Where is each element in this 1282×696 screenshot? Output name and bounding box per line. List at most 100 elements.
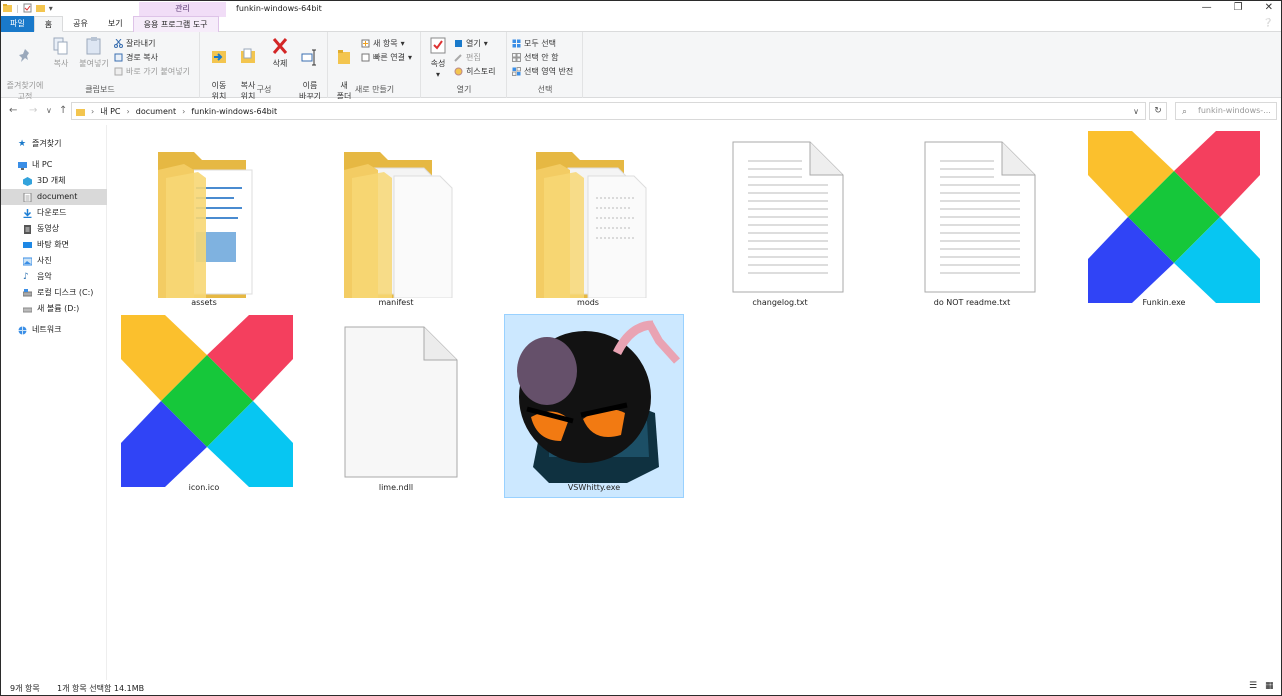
open-button[interactable]: 열기 ▾ bbox=[454, 38, 488, 49]
nav-item-volume-d[interactable]: 새 볼륨 (D:) bbox=[1, 301, 107, 317]
search-icon: ⌕ bbox=[1182, 107, 1188, 117]
search-input[interactable]: ⌕ funkin-windows-... bbox=[1175, 102, 1277, 120]
nav-item-network[interactable]: 네트워크 bbox=[1, 322, 107, 338]
quick-access-toolbar: | ▾ bbox=[3, 3, 53, 13]
tab-file[interactable]: 파일 bbox=[1, 16, 34, 32]
nav-item-music[interactable]: ♪ 음악 bbox=[1, 269, 107, 285]
easy-access-button[interactable]: 빠른 연결 ▾ bbox=[361, 52, 412, 63]
navigation-pane: ★ 즐겨찾기 내 PC 3D 개체 document 다운로드 동영상 바탕 화면… bbox=[1, 125, 107, 680]
dropdown-arrow-icon: ▾ bbox=[400, 39, 405, 48]
properties-button[interactable]: 속성 ▾ bbox=[426, 36, 450, 80]
file-item-assets[interactable]: assets bbox=[114, 128, 294, 312]
drive-icon bbox=[23, 307, 32, 312]
edit-button[interactable]: 편집 bbox=[454, 52, 481, 63]
paste-label: 붙여넣기 bbox=[79, 59, 109, 68]
new-item-label: 새 항목 bbox=[373, 39, 398, 48]
nav-item-this-pc[interactable]: 내 PC bbox=[1, 157, 107, 173]
nav-item-desktop[interactable]: 바탕 화면 bbox=[1, 237, 107, 253]
refresh-icon[interactable]: ↻ bbox=[1149, 102, 1167, 120]
delete-button[interactable]: 삭제 bbox=[268, 36, 292, 69]
file-item-icon-ico[interactable]: icon.ico bbox=[114, 313, 294, 497]
file-item-funkin-exe[interactable]: Funkin.exe bbox=[1074, 128, 1260, 312]
new-item-button[interactable]: 새 항목 ▾ bbox=[361, 38, 405, 49]
address-dropdown-icon[interactable]: ∨ bbox=[1133, 107, 1139, 116]
nav-item-local-disk-c[interactable]: 로컬 디스크 (C:) bbox=[1, 285, 107, 301]
folder-app-icon bbox=[3, 4, 12, 12]
tab-view[interactable]: 보기 bbox=[98, 16, 133, 32]
tab-share[interactable]: 공유 bbox=[63, 16, 98, 32]
network-icon bbox=[18, 326, 27, 334]
haxe-logo-icon bbox=[1088, 131, 1260, 303]
breadcrumb-item[interactable]: document bbox=[136, 107, 176, 116]
select-all-button[interactable]: 모두 선택 bbox=[512, 38, 556, 49]
video-icon bbox=[24, 224, 31, 234]
chevron-right-icon: › bbox=[91, 106, 95, 116]
select-group: 모두 선택 선택 안 함 선택 영역 반전 선택 bbox=[508, 32, 583, 98]
copy-path-button[interactable]: 경로 복사 bbox=[114, 52, 158, 63]
paste-shortcut-label: 바로 가기 붙여넣기 bbox=[126, 67, 190, 76]
tab-application-tools[interactable]: 응용 프로그램 도구 bbox=[132, 16, 219, 32]
nav-label: 내 PC bbox=[32, 160, 53, 169]
breadcrumb-item[interactable]: 내 PC bbox=[100, 106, 120, 117]
file-item-changelog[interactable]: changelog.txt bbox=[690, 128, 870, 312]
copy-icon bbox=[53, 37, 68, 55]
copy-to-icon bbox=[241, 48, 255, 63]
nav-item-pictures[interactable]: 사진 bbox=[1, 253, 107, 269]
file-item-lime-ndll[interactable]: lime.ndll bbox=[306, 313, 486, 497]
help-icon[interactable]: ❔ bbox=[1263, 18, 1273, 27]
move-to-icon bbox=[212, 51, 226, 63]
nav-item-favorites[interactable]: ★ 즐겨찾기 bbox=[1, 136, 107, 152]
search-placeholder: funkin-windows-... bbox=[1198, 106, 1271, 115]
nav-item-document[interactable]: document bbox=[1, 189, 107, 205]
address-bar[interactable]: › 내 PC › document › funkin-windows-64bit… bbox=[71, 102, 1146, 120]
file-item-manifest[interactable]: manifest bbox=[306, 128, 486, 312]
up-arrow-icon[interactable]: ↑ bbox=[59, 105, 67, 116]
folder-icon bbox=[344, 152, 453, 298]
open-group-label: 열기 bbox=[456, 85, 472, 94]
recent-dropdown-icon[interactable]: ∨ bbox=[46, 106, 52, 115]
nav-label: 바탕 화면 bbox=[37, 240, 69, 249]
haxe-logo-icon bbox=[121, 315, 293, 487]
nav-label: 네트워크 bbox=[32, 325, 62, 334]
nav-item-videos[interactable]: 동영상 bbox=[1, 221, 107, 237]
file-name: icon.ico bbox=[188, 483, 220, 492]
close-icon[interactable]: ✕ bbox=[1265, 2, 1273, 13]
back-arrow-icon[interactable]: ← bbox=[9, 105, 17, 116]
delete-label: 삭제 bbox=[272, 59, 288, 68]
paste-icon bbox=[86, 37, 101, 55]
copy-button[interactable]: 복사 bbox=[49, 36, 73, 69]
nav-item-3d-objects[interactable]: 3D 개체 bbox=[1, 173, 107, 189]
file-item-do-not-readme[interactable]: do NOT readme.txt bbox=[882, 128, 1062, 312]
select-none-button[interactable]: 선택 안 함 bbox=[512, 52, 559, 63]
cut-button[interactable]: 잘라내기 bbox=[114, 38, 155, 49]
paste-button[interactable]: 붙여넣기 bbox=[77, 36, 111, 69]
tab-home[interactable]: 홈 bbox=[33, 16, 64, 32]
folder-small-icon bbox=[76, 108, 85, 116]
paste-shortcut-button[interactable]: 바로 가기 붙여넣기 bbox=[114, 66, 190, 77]
properties-qat-icon[interactable] bbox=[23, 3, 32, 13]
file-item-vswhitty-exe[interactable]: VSWhitty.exe bbox=[504, 314, 684, 498]
details-view-icon[interactable]: ☰ bbox=[1249, 681, 1257, 691]
copy-label: 복사 bbox=[53, 59, 69, 68]
file-name: assets bbox=[191, 298, 217, 307]
large-icons-view-icon[interactable]: ▦ bbox=[1265, 681, 1274, 691]
download-icon bbox=[23, 208, 32, 218]
text-file-icon bbox=[732, 141, 844, 293]
forward-arrow-icon[interactable]: → bbox=[29, 105, 37, 116]
qat-dropdown-icon[interactable]: ▾ bbox=[49, 4, 53, 13]
minimize-icon[interactable]: — bbox=[1202, 2, 1212, 13]
drive-icon bbox=[23, 288, 32, 296]
restore-icon[interactable]: ❐ bbox=[1234, 2, 1243, 13]
new-folder-qat-icon[interactable] bbox=[35, 3, 45, 13]
invert-selection-button[interactable]: 선택 영역 반전 bbox=[512, 66, 573, 77]
history-button[interactable]: 히스토리 bbox=[454, 66, 495, 77]
copy-path-icon bbox=[114, 53, 123, 62]
select-none-icon bbox=[512, 53, 521, 62]
file-item-mods[interactable]: mods bbox=[498, 128, 678, 312]
nav-item-downloads[interactable]: 다운로드 bbox=[1, 205, 107, 221]
breadcrumb-item[interactable]: funkin-windows-64bit bbox=[191, 107, 277, 116]
open-group: 속성 ▾ 열기 ▾ 편집 히스토리 열기 bbox=[422, 32, 507, 98]
file-name: manifest bbox=[378, 298, 414, 307]
music-icon: ♪ bbox=[23, 271, 29, 282]
file-name: VSWhitty.exe bbox=[567, 483, 621, 492]
